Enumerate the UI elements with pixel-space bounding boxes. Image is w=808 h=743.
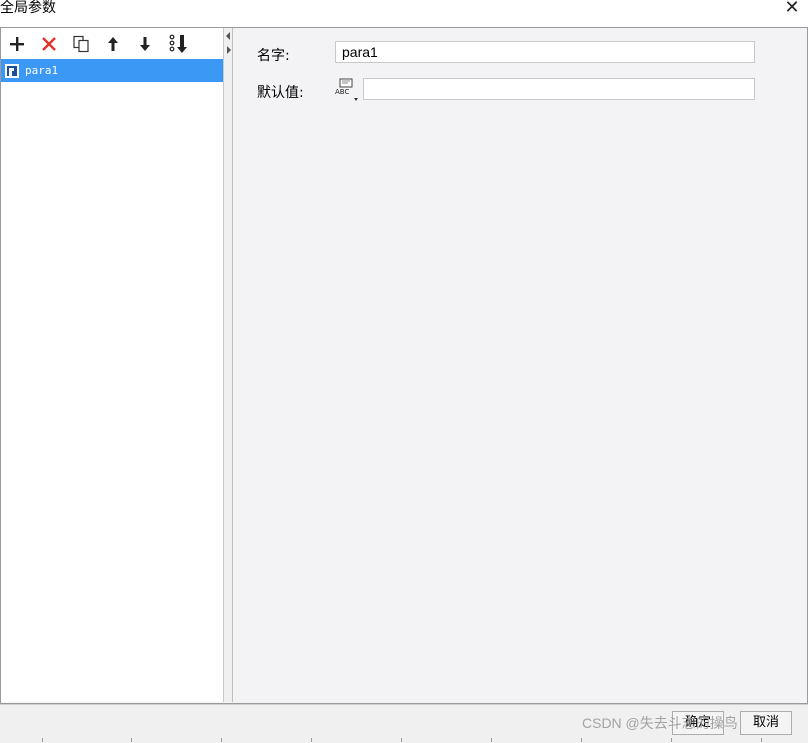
value-type-button[interactable]: ABC	[334, 78, 358, 102]
copy-icon	[73, 35, 89, 53]
parameter-list-pane: para1	[1, 28, 224, 702]
ok-button[interactable]: 确定	[672, 711, 724, 735]
expand-right-icon[interactable]	[227, 46, 231, 54]
window-title: 全局参数	[0, 0, 56, 16]
parameter-icon	[5, 63, 19, 78]
pane-splitter[interactable]	[224, 28, 233, 702]
delete-button[interactable]	[37, 32, 61, 56]
add-button[interactable]	[5, 32, 29, 56]
name-label: 名字:	[257, 48, 290, 64]
tree-item-para1[interactable]: para1	[1, 59, 223, 82]
x-icon	[42, 37, 56, 51]
move-down-button[interactable]	[133, 32, 157, 56]
tree-item-label: para1	[25, 64, 59, 77]
parameter-tree: para1	[1, 59, 223, 82]
sort-button[interactable]	[167, 32, 191, 56]
name-input[interactable]: para1	[335, 41, 755, 63]
default-value-label: 默认值:	[257, 85, 304, 101]
sort-icon	[169, 34, 187, 53]
copy-button[interactable]	[69, 32, 93, 56]
cancel-button[interactable]: 取消	[740, 711, 792, 735]
arrow-up-icon	[108, 37, 118, 51]
move-up-button[interactable]	[101, 32, 125, 56]
title-bar: 全局参数 ✕	[0, 0, 808, 24]
plus-icon	[10, 37, 24, 51]
close-icon[interactable]: ✕	[780, 0, 804, 20]
text-type-icon: ABC	[335, 78, 358, 101]
ruler-ticks	[0, 738, 808, 742]
default-value-input[interactable]	[363, 78, 755, 100]
collapse-left-icon[interactable]	[226, 32, 230, 40]
arrow-down-icon	[140, 37, 150, 51]
svg-text:ABC: ABC	[335, 88, 349, 96]
dialog-frame: para1 名字: para1 默认值: ABC	[0, 27, 808, 704]
